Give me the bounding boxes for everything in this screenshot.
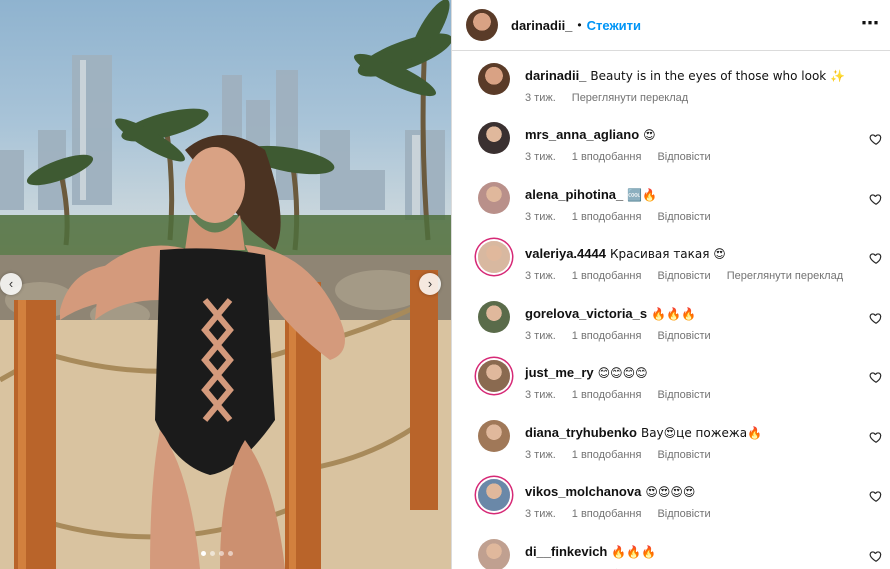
commenter-avatar[interactable]: [478, 241, 510, 273]
comment-item: alena_pihotina_ 🆒🔥 3 тиж. 1 вподобання Ві…: [466, 182, 886, 238]
see-translation-link[interactable]: Переглянути переклад: [727, 270, 843, 282]
reply-button[interactable]: Відповісти: [657, 151, 710, 163]
post-caption: darinadii_ Beauty is in the eyes of those…: [466, 63, 886, 119]
comment-likes-count[interactable]: 1 вподобання: [572, 508, 642, 520]
more-options-icon[interactable]: ⋯: [861, 13, 880, 34]
like-heart-icon[interactable]: [869, 430, 883, 444]
comment-time[interactable]: 3 тиж.: [525, 270, 556, 282]
caption-avatar[interactable]: [478, 63, 510, 95]
next-slide-button[interactable]: ›: [419, 273, 441, 295]
like-heart-icon[interactable]: [869, 251, 883, 265]
commenter-avatar[interactable]: [478, 360, 510, 392]
reply-button[interactable]: Відповісти: [657, 330, 710, 342]
comment-likes-count[interactable]: 1 вподобання: [572, 389, 642, 401]
carousel-dot: [228, 551, 233, 556]
comment-username[interactable]: gorelova_victoria_s: [525, 306, 647, 321]
post-header: darinadii_ • Стежити ⋯: [452, 0, 890, 51]
reply-button[interactable]: Відповісти: [657, 211, 710, 223]
comment-likes-count[interactable]: 1 вподобання: [572, 211, 642, 223]
comment-text: 🆒🔥: [627, 188, 658, 202]
like-heart-icon[interactable]: [869, 132, 883, 146]
comment-text: 😍: [643, 128, 656, 142]
like-heart-icon[interactable]: [869, 311, 883, 325]
comment-username[interactable]: mrs_anna_agliano: [525, 127, 639, 142]
author-username[interactable]: darinadii_: [511, 18, 572, 33]
reply-button[interactable]: Відповісти: [657, 508, 710, 520]
carousel-dot: [210, 551, 215, 556]
post-photo[interactable]: ‹ ›: [0, 0, 451, 569]
comment-time[interactable]: 3 тиж.: [525, 330, 556, 342]
comment-time[interactable]: 3 тиж.: [525, 389, 556, 401]
comment-text: 😊😊😊😊: [597, 366, 648, 380]
comment-text: 🔥🔥🔥: [651, 307, 696, 321]
comment-text: Вау😍це пожежа🔥: [640, 426, 763, 440]
follow-button[interactable]: Стежити: [587, 18, 641, 33]
beach-scene: [0, 0, 451, 569]
comment-time[interactable]: 3 тиж.: [525, 449, 556, 461]
see-translation-link[interactable]: Переглянути переклад: [572, 92, 688, 104]
like-heart-icon[interactable]: [869, 489, 883, 503]
post-side-panel: darinadii_ • Стежити ⋯ darinadii_ Beauty …: [451, 0, 890, 569]
carousel-dot: [201, 551, 206, 556]
comment-text: 😍😍😍😍: [645, 485, 696, 499]
comment-username[interactable]: valeriya.4444: [525, 246, 606, 261]
commenter-avatar[interactable]: [478, 479, 510, 511]
commenter-avatar[interactable]: [478, 539, 510, 569]
commenter-avatar[interactable]: [478, 420, 510, 452]
comment-item: valeriya.4444 Красивая такая 😍 3 тиж. 1 в…: [466, 241, 886, 297]
caption-time[interactable]: 3 тиж.: [525, 92, 556, 104]
carousel-dot: [219, 551, 224, 556]
comment-time[interactable]: 3 тиж.: [525, 151, 556, 163]
comment-username[interactable]: alena_pihotina_: [525, 187, 623, 202]
comment-item: mrs_anna_agliano 😍 3 тиж. 1 вподобання Ві…: [466, 122, 886, 178]
comment-likes-count[interactable]: 1 вподобання: [572, 270, 642, 282]
comment-time[interactable]: 3 тиж.: [525, 211, 556, 223]
comment-item: di__finkevich🔥🔥🔥 3 тиж. 1 вподобання Від…: [466, 539, 886, 569]
like-heart-icon[interactable]: [869, 370, 883, 384]
like-heart-icon[interactable]: [869, 549, 883, 563]
comment-username[interactable]: diana_tryhubenko: [525, 425, 637, 440]
carousel-indicator: [201, 551, 233, 556]
reply-button[interactable]: Відповісти: [657, 270, 710, 282]
separator-dot: •: [577, 18, 582, 32]
reply-button[interactable]: Відповісти: [657, 389, 710, 401]
commenter-avatar[interactable]: [478, 182, 510, 214]
previous-slide-button[interactable]: ‹: [0, 273, 22, 295]
comment-username[interactable]: vikos_molchanova: [525, 484, 641, 499]
comment-likes-count[interactable]: 1 вподобання: [572, 330, 642, 342]
commenter-avatar[interactable]: [478, 301, 510, 333]
comment-likes-count[interactable]: 1 вподобання: [572, 449, 642, 461]
comment-item: gorelova_victoria_s 🔥🔥🔥 3 тиж. 1 вподобан…: [466, 301, 886, 357]
comment-likes-count[interactable]: 1 вподобання: [572, 151, 642, 163]
comment-time[interactable]: 3 тиж.: [525, 508, 556, 520]
comment-item: just_me_ry 😊😊😊😊 3 тиж. 1 вподобання Відпо…: [466, 360, 886, 416]
comment-text: Красивая такая 😍: [609, 247, 726, 261]
comment-username[interactable]: di__finkevich: [525, 544, 607, 559]
comment-text: 🔥🔥🔥: [611, 545, 657, 559]
caption-text: Beauty is in the eyes of those who look …: [590, 69, 845, 83]
comment-username[interactable]: just_me_ry: [525, 365, 594, 380]
like-heart-icon[interactable]: [869, 192, 883, 206]
comment-item: diana_tryhubenko Вау😍це пожежа🔥 3 тиж. 1 …: [466, 420, 886, 476]
comment-item: vikos_molchanova 😍😍😍😍 3 тиж. 1 вподобання…: [466, 479, 886, 535]
reply-button[interactable]: Відповісти: [657, 449, 710, 461]
commenter-avatar[interactable]: [478, 122, 510, 154]
author-avatar[interactable]: [466, 9, 498, 41]
caption-username[interactable]: darinadii_: [525, 68, 586, 83]
